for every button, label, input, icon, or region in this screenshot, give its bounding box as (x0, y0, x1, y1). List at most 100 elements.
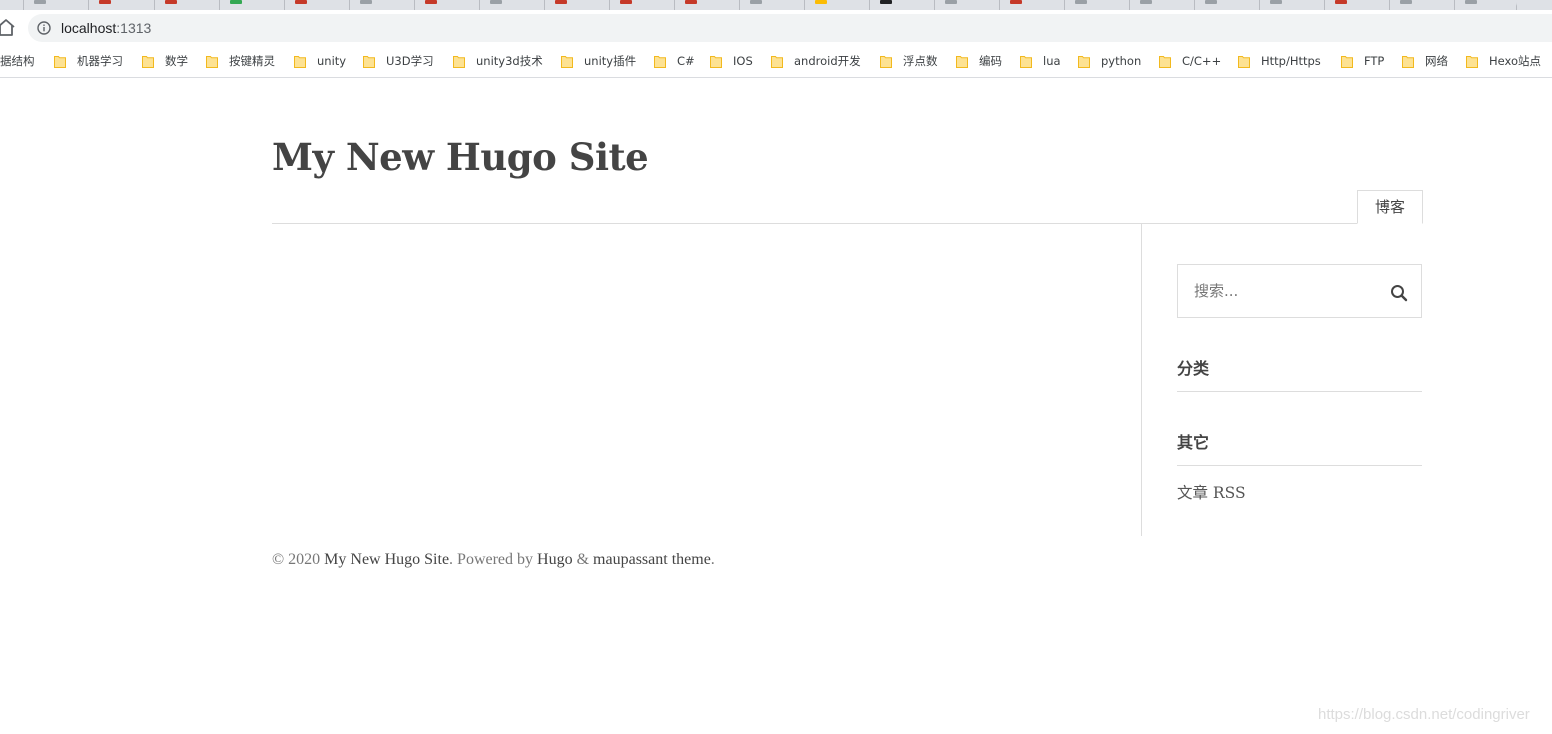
bookmark-item[interactable]: android开发 (771, 52, 861, 70)
bookmark-item[interactable]: 按键精灵 (206, 52, 275, 70)
bookmark-item[interactable]: 数学 (142, 52, 188, 70)
bookmark-item[interactable]: IOS (710, 52, 753, 70)
bookmark-item[interactable]: unity (294, 52, 346, 70)
bookmarks-bar: 据结构 机器学习 数学 按键精灵 unity U3D学习 unity3d技术 u… (0, 44, 1552, 78)
url-host: localhost (61, 20, 117, 36)
folder-icon (206, 55, 218, 68)
browser-tab[interactable] (805, 0, 870, 10)
widget-divider (1177, 391, 1422, 392)
browser-tab[interactable] (1130, 0, 1195, 10)
folder-icon (1020, 55, 1032, 68)
url-text[interactable]: localhost:1313 (61, 19, 151, 37)
bookmark-label: C/C++ (1182, 54, 1222, 68)
bookmark-item[interactable]: 据结构 (0, 52, 35, 70)
browser-toolbar: localhost:1313 (0, 10, 1552, 44)
bookmark-item[interactable]: Hexo站点 (1466, 52, 1541, 70)
url-port: :1313 (116, 20, 152, 36)
browser-tab[interactable] (1325, 0, 1390, 10)
bookmark-item[interactable]: unity插件 (561, 52, 636, 70)
folder-icon (1078, 55, 1090, 68)
folder-icon (956, 55, 968, 68)
browser-tab[interactable] (155, 0, 220, 10)
search-icon (1391, 285, 1408, 302)
bookmark-label: 编码 (979, 54, 1002, 68)
bookmark-item[interactable]: 编码 (956, 52, 1002, 70)
bookmark-item[interactable]: unity3d技术 (453, 52, 543, 70)
home-button[interactable] (0, 16, 16, 38)
bookmark-label: android开发 (794, 54, 861, 68)
watermark: https://blog.csdn.net/codingriver (1318, 706, 1530, 723)
browser-tab[interactable] (1455, 0, 1517, 10)
browser-tab[interactable] (545, 0, 610, 10)
footer-end: . (710, 551, 715, 568)
sidebar-divider (1141, 224, 1142, 536)
bookmark-label: C# (677, 54, 695, 68)
bookmark-item[interactable]: 机器学习 (54, 52, 123, 70)
folder-icon (1466, 55, 1478, 68)
browser-tab[interactable] (220, 0, 285, 10)
browser-tab[interactable] (1065, 0, 1130, 10)
search-button[interactable] (1388, 282, 1410, 304)
browser-tab-strip (0, 0, 1552, 10)
bookmark-item[interactable]: lua (1020, 52, 1061, 70)
browser-tab[interactable] (285, 0, 350, 10)
footer-theme-link[interactable]: maupassant theme (593, 551, 711, 568)
footer-hugo-link[interactable]: Hugo (537, 551, 573, 568)
bookmark-item[interactable]: U3D学习 (363, 52, 434, 70)
browser-tab[interactable] (935, 0, 1000, 10)
bookmark-label: 按键精灵 (229, 54, 275, 68)
footer-amp: & (576, 551, 590, 568)
browser-tab[interactable] (1000, 0, 1065, 10)
bookmark-item[interactable]: FTP (1341, 52, 1384, 70)
widget-title-categories: 分类 (1177, 359, 1210, 378)
browser-tab[interactable] (415, 0, 480, 10)
browser-tab[interactable] (24, 0, 89, 10)
footer: © 2020 My New Hugo Site. Powered by Hugo… (272, 550, 715, 570)
bookmark-label: unity (317, 54, 347, 68)
folder-icon (54, 55, 66, 68)
folder-icon (654, 55, 666, 68)
browser-tab[interactable] (610, 0, 675, 10)
search-form (1177, 264, 1422, 318)
browser-tab[interactable] (350, 0, 415, 10)
main-content (272, 224, 1141, 536)
rss-link[interactable]: 文章 RSS (1177, 483, 1246, 503)
site-title[interactable]: My New Hugo Site (272, 134, 649, 180)
bookmark-item[interactable]: 浮点数 (880, 52, 938, 70)
browser-tab[interactable] (870, 0, 935, 10)
footer-copyright: © 2020 (272, 551, 321, 568)
folder-icon (880, 55, 892, 68)
footer-site-link[interactable]: My New Hugo Site (324, 551, 449, 568)
bookmark-label: Http/Https (1261, 54, 1321, 68)
browser-tab[interactable] (1195, 0, 1260, 10)
browser-tab[interactable] (1390, 0, 1455, 10)
bookmark-label: python (1101, 54, 1142, 68)
bookmark-label: unity3d技术 (476, 54, 543, 68)
browser-tab[interactable] (480, 0, 545, 10)
widget-title-other: 其它 (1177, 433, 1210, 452)
folder-icon (1159, 55, 1171, 68)
folder-icon (771, 55, 783, 68)
bookmark-item[interactable]: Http/Https (1238, 52, 1321, 70)
bookmark-label: Hexo站点 (1489, 54, 1542, 68)
bookmark-label: 浮点数 (903, 54, 938, 68)
browser-tab[interactable] (0, 0, 24, 10)
address-bar[interactable]: localhost:1313 (28, 14, 1552, 42)
folder-icon (1238, 55, 1250, 68)
bookmark-item[interactable]: python (1078, 52, 1141, 70)
bookmark-item[interactable]: 网络 (1402, 52, 1448, 70)
browser-tab[interactable] (740, 0, 805, 10)
bookmark-item[interactable]: C/C++ (1159, 52, 1221, 70)
nav-tab-blog[interactable]: 博客 (1357, 190, 1423, 224)
bookmark-label: FTP (1364, 54, 1385, 68)
tab-strip-end (1516, 0, 1552, 10)
info-icon[interactable] (37, 21, 51, 35)
bookmark-item[interactable]: C# (654, 52, 695, 70)
browser-tab[interactable] (89, 0, 155, 10)
folder-icon (1402, 55, 1414, 68)
browser-tab[interactable] (1260, 0, 1325, 10)
search-input[interactable] (1179, 266, 1379, 316)
browser-tab[interactable] (675, 0, 740, 10)
bookmark-label: U3D学习 (386, 54, 434, 68)
folder-icon (561, 55, 573, 68)
